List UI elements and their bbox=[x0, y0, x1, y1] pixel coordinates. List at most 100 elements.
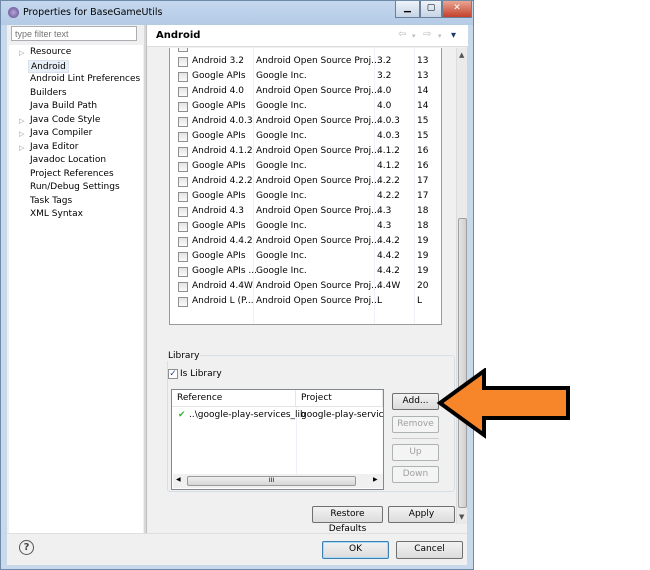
tree-item[interactable]: Task Tags bbox=[30, 195, 72, 208]
table-row[interactable]: Google APIs Google Inc. 4.0 14 bbox=[170, 99, 441, 114]
target-checkbox[interactable] bbox=[178, 132, 188, 142]
target-checkbox[interactable] bbox=[178, 162, 188, 172]
target-checkbox[interactable] bbox=[178, 267, 188, 277]
table-cell: Google APIs bbox=[192, 251, 246, 261]
target-checkbox[interactable] bbox=[178, 57, 188, 67]
tree-item[interactable]: Android bbox=[28, 59, 69, 73]
table-cell: 19 bbox=[417, 236, 429, 246]
table-row[interactable]: Android 4.3 Android Open Source Proj... 4.… bbox=[170, 204, 441, 219]
table-cell: 4.0 bbox=[377, 86, 392, 96]
table-cell: 3.2 bbox=[377, 71, 392, 81]
tree-item[interactable]: Javadoc Location bbox=[30, 154, 106, 167]
scrollbar-thumb[interactable] bbox=[458, 218, 467, 508]
title-bar: Properties for BaseGameUtils ▁ ▢ ✕ bbox=[1, 1, 473, 25]
target-checkbox[interactable] bbox=[178, 252, 188, 262]
table-row[interactable]: Android 4.4W Android Open Source Proj... 4… bbox=[170, 279, 441, 294]
tree-item[interactable]: Builders bbox=[30, 87, 67, 100]
table-row[interactable]: Google APIs Google Inc. 4.4.2 19 bbox=[170, 249, 441, 264]
horizontal-scrollbar[interactable]: ◀ III ▶ bbox=[173, 474, 383, 488]
maximize-button[interactable]: ▢ bbox=[420, 1, 442, 18]
target-checkbox[interactable] bbox=[178, 117, 188, 127]
target-checkbox[interactable] bbox=[178, 207, 188, 217]
target-checkbox[interactable] bbox=[178, 237, 188, 247]
target-checkbox[interactable] bbox=[178, 147, 188, 157]
remove-button[interactable]: Remove bbox=[392, 416, 439, 433]
expand-arrow-icon[interactable]: ▷ bbox=[19, 117, 24, 125]
table-row[interactable]: Android 4.0.3 Android Open Source Proj...… bbox=[170, 114, 441, 129]
table-cell: Android Open Source Proj... bbox=[256, 146, 380, 156]
table-row[interactable]: Android 4.1.2 Android Open Source Proj...… bbox=[170, 144, 441, 159]
back-arrow-icon[interactable]: ⇦ bbox=[398, 29, 406, 40]
up-button[interactable]: Up bbox=[392, 444, 439, 461]
target-checkbox[interactable] bbox=[178, 192, 188, 202]
table-row[interactable]: Google APIs Google Inc. 4.3 18 bbox=[170, 219, 441, 234]
forward-dropdown-icon[interactable]: ▾ bbox=[438, 32, 442, 40]
table-cell: Android Open Source Proj... bbox=[256, 116, 380, 126]
table-row[interactable]: Android L (P... Android Open Source Proj.… bbox=[170, 294, 441, 309]
table-row[interactable]: Android 3.2 Android Open Source Proj... 3.… bbox=[170, 54, 441, 69]
table-row[interactable]: Google APIs Google Inc. 4.0.3 15 bbox=[170, 129, 441, 144]
tree-item[interactable]: XML Syntax bbox=[30, 208, 83, 221]
table-cell: Android 4.3 bbox=[192, 206, 244, 216]
target-checkbox[interactable] bbox=[178, 72, 188, 82]
table-cell: 15 bbox=[417, 131, 429, 141]
page-header: Android ⇦ ▾ ⇨ ▾ ▾ bbox=[147, 25, 468, 47]
table-row[interactable]: Android 4.2.2 Android Open Source Proj...… bbox=[170, 174, 441, 189]
apply-button[interactable]: Apply bbox=[388, 506, 455, 523]
filter-input[interactable] bbox=[11, 26, 137, 41]
tree-item[interactable]: Java Compiler bbox=[30, 127, 92, 140]
build-target-table: Android 3.2 Android Open Source Proj... 3.… bbox=[169, 48, 442, 325]
table-cell: Android 4.4W bbox=[192, 281, 253, 291]
down-button[interactable]: Down bbox=[392, 466, 439, 483]
expand-arrow-icon[interactable]: ▷ bbox=[19, 144, 24, 152]
eclipse-icon bbox=[8, 7, 19, 18]
table-cell: Google Inc. bbox=[256, 131, 307, 141]
hscroll-thumb[interactable]: III bbox=[187, 476, 356, 486]
help-icon[interactable]: ? bbox=[19, 540, 34, 555]
ok-button[interactable]: OK bbox=[322, 541, 389, 559]
tree-item[interactable]: Resource bbox=[30, 46, 71, 59]
view-menu-icon[interactable]: ▾ bbox=[451, 30, 456, 41]
target-checkbox[interactable] bbox=[178, 297, 188, 307]
tree-item[interactable]: Java Code Style bbox=[30, 114, 100, 127]
table-cell: Android Open Source Proj... bbox=[256, 281, 380, 291]
table-row[interactable]: Google APIs Google Inc. 4.2.2 17 bbox=[170, 189, 441, 204]
is-library-checkbox[interactable]: ✓ bbox=[168, 369, 178, 379]
table-row[interactable]: Google APIs Google Inc. 4.1.2 16 bbox=[170, 159, 441, 174]
target-checkbox[interactable] bbox=[178, 282, 188, 292]
forward-arrow-icon[interactable]: ⇨ bbox=[423, 29, 431, 40]
table-row[interactable]: Google APIs ... Google Inc. 4.4.2 19 bbox=[170, 264, 441, 279]
table-row[interactable]: Google APIs Google Inc. 3.2 13 bbox=[170, 69, 441, 84]
target-checkbox[interactable] bbox=[178, 102, 188, 112]
column-header-project[interactable]: Project bbox=[296, 390, 383, 407]
target-checkbox[interactable] bbox=[178, 222, 188, 232]
table-cell: 14 bbox=[417, 101, 429, 111]
table-cell: 4.3 bbox=[377, 221, 392, 231]
target-checkbox[interactable] bbox=[178, 177, 188, 187]
window-title: Properties for BaseGameUtils bbox=[23, 7, 163, 18]
library-row[interactable]: ✔ ..\google-play-services_lib google-pla… bbox=[172, 408, 383, 423]
expand-arrow-icon[interactable]: ▷ bbox=[19, 130, 24, 138]
minimize-button[interactable]: ▁ bbox=[395, 1, 420, 18]
page-scrollbar[interactable]: ▲ ▼ bbox=[456, 48, 467, 524]
tree-item[interactable]: Java Editor bbox=[30, 141, 79, 154]
add-button[interactable]: Add... bbox=[392, 393, 439, 410]
back-dropdown-icon[interactable]: ▾ bbox=[412, 32, 416, 40]
restore-defaults-button[interactable]: Restore Defaults bbox=[312, 506, 383, 534]
table-cell: Android 4.2.2 bbox=[192, 176, 253, 186]
cancel-button[interactable]: Cancel bbox=[396, 541, 463, 559]
tree-item[interactable]: Android Lint Preferences bbox=[30, 73, 140, 86]
table-cell: 4.0.3 bbox=[377, 131, 400, 141]
column-header-reference[interactable]: Reference bbox=[172, 390, 296, 407]
target-checkbox[interactable] bbox=[178, 87, 188, 97]
table-cell: L bbox=[417, 296, 423, 306]
close-button[interactable]: ✕ bbox=[442, 1, 472, 18]
tree-item[interactable]: Run/Debug Settings bbox=[30, 181, 120, 194]
table-row[interactable]: Android 4.0 Android Open Source Proj... 4.… bbox=[170, 84, 441, 99]
tree-item[interactable]: Java Build Path bbox=[30, 100, 97, 113]
expand-arrow-icon[interactable]: ▷ bbox=[19, 49, 24, 57]
tree-item[interactable]: Project References bbox=[30, 168, 114, 181]
table-row[interactable]: Android 4.4.2 Android Open Source Proj...… bbox=[170, 234, 441, 249]
table-cell: 14 bbox=[417, 86, 429, 96]
table-cell: 19 bbox=[417, 251, 429, 261]
